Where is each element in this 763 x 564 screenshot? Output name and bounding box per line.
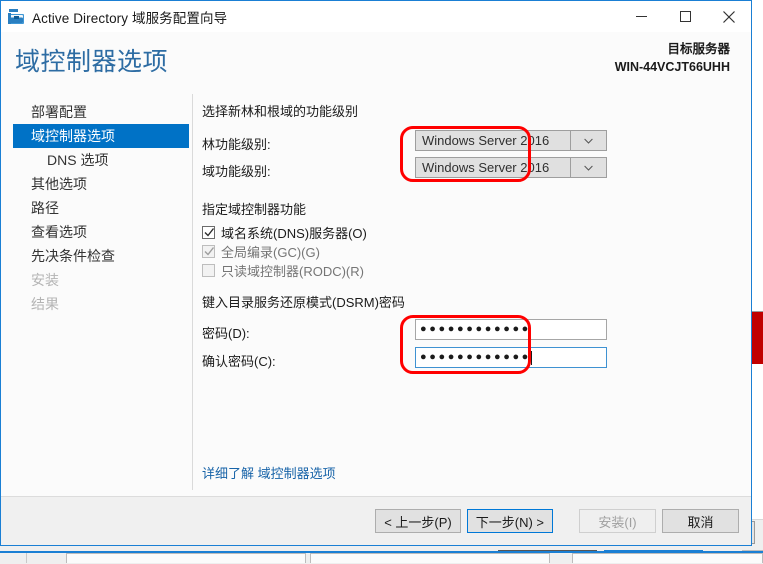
checkbox-box: [202, 264, 215, 277]
checkbox-dns-server[interactable]: 域名系统(DNS)服务器(O): [202, 223, 367, 242]
learn-more-link[interactable]: 详细了解 域控制器选项: [202, 463, 336, 482]
next-button[interactable]: 下一步(N) >: [467, 509, 553, 533]
checkbox-global-catalog: 全局编录(GC)(G): [202, 242, 320, 261]
minimize-icon: [636, 11, 647, 22]
target-server-caption: 目标服务器: [615, 40, 730, 58]
cancel-button[interactable]: 取消: [662, 509, 739, 533]
page-title: 域控制器选项: [15, 42, 168, 78]
wizard-footer: < 上一步(P) 下一步(N) > 安装(I) 取消: [1, 496, 751, 545]
sidebar-item-additional-options[interactable]: 其他选项: [13, 172, 189, 196]
wizard-steps-nav: 部署配置 域控制器选项 DNS 选项 其他选项 路径 查看选项 先决条件检查 安…: [1, 89, 193, 496]
install-button: 安装(I): [579, 509, 656, 533]
window-title: Active Directory 域服务配置向导: [32, 7, 227, 27]
sidebar-item-review-options[interactable]: 查看选项: [13, 220, 189, 244]
confirm-password-label: 确认密码(C):: [202, 351, 276, 370]
text-caret: [531, 351, 532, 365]
sidebar-item-deployment-config[interactable]: 部署配置: [13, 100, 189, 124]
forest-functional-level-value: Windows Server 2016: [415, 130, 570, 151]
wizard-body: 部署配置 域控制器选项 DNS 选项 其他选项 路径 查看选项 先决条件检查 安…: [1, 89, 751, 496]
checkbox-label: 全局编录(GC)(G): [221, 242, 320, 261]
dsrm-heading: 键入目录服务还原模式(DSRM)密码: [202, 292, 405, 311]
checkbox-label: 只读域控制器(RODC)(R): [221, 261, 364, 280]
checkbox-label: 域名系统(DNS)服务器(O): [221, 223, 367, 242]
forest-functional-level-select[interactable]: Windows Server 2016: [415, 130, 607, 151]
target-server-block: 目标服务器 WIN-44VCJT66UHH: [615, 40, 730, 76]
background-taskbar-tick: [26, 553, 27, 563]
sidebar-item-domain-controller-options[interactable]: 域控制器选项: [13, 124, 189, 148]
password-label: 密码(D):: [202, 323, 250, 342]
password-input[interactable]: ●●●●●●●●●●●●: [415, 319, 607, 340]
page-header: 域控制器选项 目标服务器 WIN-44VCJT66UHH: [1, 32, 751, 89]
close-button[interactable]: [707, 1, 751, 32]
forest-functional-level-label: 林功能级别:: [202, 134, 271, 153]
server-wizard-icon: [8, 8, 25, 25]
functional-level-heading: 选择新林和根域的功能级别: [202, 101, 358, 120]
background-taskbar-item[interactable]: [310, 553, 550, 563]
maximize-button[interactable]: [663, 1, 707, 32]
sidebar-item-prerequisites-check[interactable]: 先决条件检查: [13, 244, 189, 268]
sidebar-item-results: 结果: [13, 292, 189, 316]
chevron-down-icon: [570, 157, 607, 178]
background-taskbar-item[interactable]: [572, 553, 763, 563]
minimize-button[interactable]: [619, 1, 663, 32]
domain-functional-level-select[interactable]: Windows Server 2016: [415, 157, 607, 178]
confirm-password-masked-value: ●●●●●●●●●●●●: [420, 348, 531, 367]
domain-functional-level-value: Windows Server 2016: [415, 157, 570, 178]
password-masked-value: ●●●●●●●●●●●●: [420, 320, 531, 339]
chevron-down-icon: [570, 130, 607, 151]
checkbox-box: [202, 245, 215, 258]
sidebar-item-installation: 安装: [13, 268, 189, 292]
check-icon: [204, 246, 215, 257]
ad-ds-configuration-wizard: Active Directory 域服务配置向导 域控制器选项: [0, 0, 752, 546]
maximize-icon: [680, 11, 691, 22]
checkbox-rodc: 只读域控制器(RODC)(R): [202, 261, 364, 280]
close-icon: [723, 11, 735, 23]
background-taskbar-item[interactable]: [66, 553, 306, 563]
target-server-name: WIN-44VCJT66UHH: [615, 58, 730, 76]
sidebar-item-paths[interactable]: 路径: [13, 196, 189, 220]
window-controls: [619, 1, 751, 32]
checkbox-box: [202, 226, 215, 239]
sidebar-item-dns-options[interactable]: DNS 选项: [13, 148, 189, 172]
confirm-password-input[interactable]: ●●●●●●●●●●●●: [415, 347, 607, 368]
title-bar: Active Directory 域服务配置向导: [1, 1, 751, 32]
check-icon: [204, 227, 215, 238]
capabilities-heading: 指定域控制器功能: [202, 199, 306, 218]
wizard-content: 选择新林和根域的功能级别 林功能级别: Windows Server 2016 …: [193, 89, 751, 496]
domain-functional-level-label: 域功能级别:: [202, 161, 271, 180]
previous-button[interactable]: < 上一步(P): [375, 509, 461, 533]
